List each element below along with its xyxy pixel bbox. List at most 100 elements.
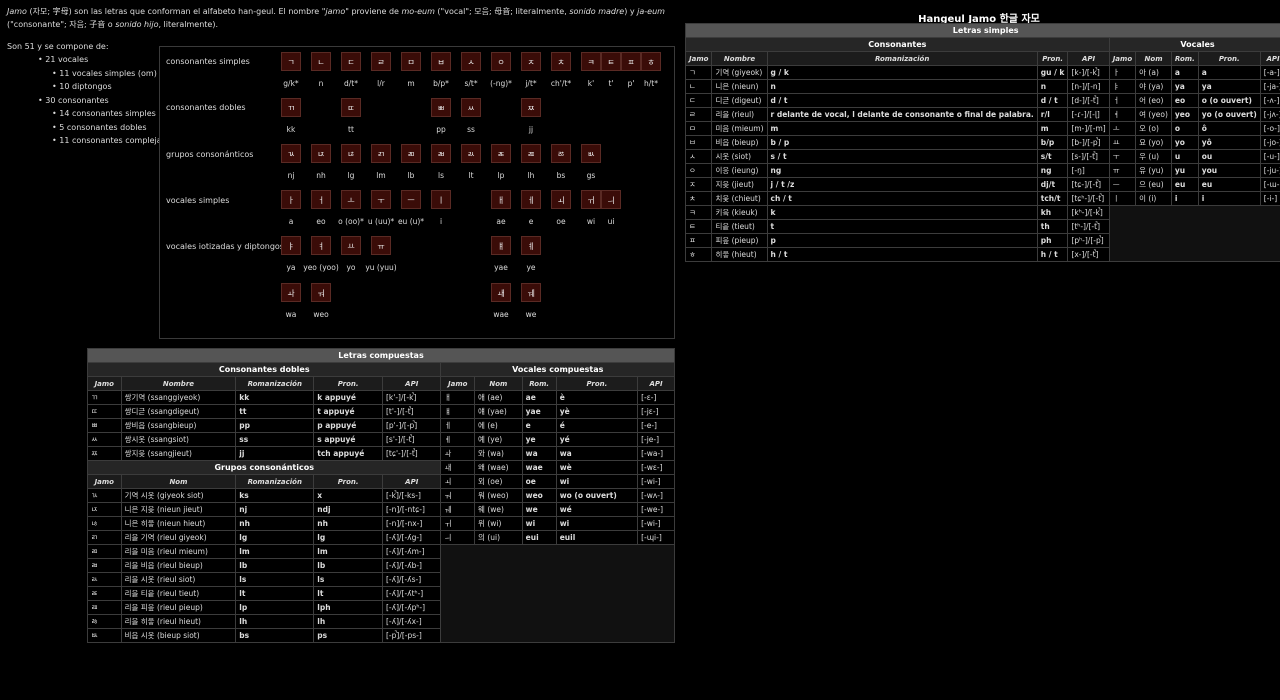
table-row: ㄻ 리을 미음 (rieul mieum) lm lm [-ʎ]/[-ʎm-] [87, 544, 675, 643]
table-cell: [-jo-] [1259, 135, 1280, 150]
table-cell: we [521, 502, 557, 517]
table-cell: [-ju-] [1259, 163, 1280, 178]
table-cell: eui [521, 530, 557, 545]
table-title: Letras compuestas [87, 348, 675, 363]
grid-jamo-cell: ㅜ [371, 190, 391, 209]
intro-text: (자모; 字母) son las letras que conforman el… [26, 7, 326, 16]
column-header: Nombre [711, 51, 768, 66]
grid-jamo-cell: ㅊ [551, 52, 571, 71]
composition-heading: Son 51 y se compone de: [7, 42, 109, 51]
table-subtitle-groups: Grupos consonánticos [86, 460, 442, 475]
table-row: ㅃ 쌍비읍 (ssangbieup) pp p appuyé [p'-]/[-p̚] ㅔ 에… [87, 418, 675, 433]
column-header: Pron. [555, 376, 639, 391]
table-cell: oe [521, 474, 557, 489]
table-cell: jj [235, 446, 315, 461]
grid-romanization: jj [528, 125, 534, 134]
table-row: ㄲ 쌍기역 (ssanggiyeok) kk k appuyé [k'-]/[-k̚] ㅐ… [87, 390, 675, 405]
table-cell: ya [1197, 79, 1261, 94]
table-cell: k appuyé [313, 390, 383, 405]
column-header: Nom [1135, 51, 1172, 66]
table-cell: lh [235, 614, 315, 629]
grid-jamo-cell: ㅒ [491, 236, 511, 255]
column-header: Rom. [521, 376, 557, 391]
table-cell: kk [235, 390, 315, 405]
table-cell: [-wi-] [637, 516, 675, 531]
table-cell: wi [521, 516, 557, 531]
table-cell: ls [235, 572, 315, 587]
table-cell: [-ʎ]/[-ʎg-] [381, 530, 442, 545]
table-cell: ㄱ [684, 65, 713, 80]
table-cell: ㅄ [87, 628, 122, 643]
table-cell: 리을 미음 (rieul mieum) [120, 544, 237, 559]
grid-jamo-cell: ㅐ [491, 190, 511, 209]
table-cell: e [521, 418, 557, 433]
table-cell: h / t [1036, 247, 1069, 262]
table-cell: 지읒 (jieut) [711, 177, 768, 192]
table-row: ㄵ 니은 지읒 (nieun jieut) nj ndj [-n]/[-ntɕ-] ㅞ 웨 … [87, 502, 675, 517]
grid-jamo-cell: ㄷ [341, 52, 361, 71]
table-cell: ㅏ [1108, 65, 1137, 80]
table-cell: i [1197, 191, 1261, 206]
grid-romanization: weo [313, 310, 329, 319]
list-item: 10 diptongos [52, 80, 166, 94]
column-header: Jamo [1108, 51, 1137, 66]
table-cell: ㅈ [684, 177, 713, 192]
grid-jamo-cell: ㄼ [431, 144, 451, 163]
table-cell: [-u-] [1259, 149, 1280, 164]
table-cell: lt [235, 586, 315, 601]
table-cell: ㅚ [440, 474, 476, 489]
table-cell: [-e-] [637, 418, 675, 433]
grid-jamo-cell: ㄶ [341, 144, 361, 163]
column-header: Jamo [87, 474, 122, 489]
table-cell: 위 (wi) [474, 516, 523, 531]
grid-jamo-cell: ㅚ [551, 190, 571, 209]
table-cell: tch appuyé [313, 446, 383, 461]
grid-romanization: i [439, 217, 443, 226]
table-cell: pp [235, 418, 315, 433]
table-cell: a [1197, 65, 1261, 80]
grid-jamo-cell: ㄿ [521, 144, 541, 163]
table-cell: ya [1170, 79, 1199, 94]
table-cell: [-ʎ]/[-ʎpʰ-] [381, 600, 442, 615]
grid-romanization: kk [286, 125, 296, 134]
table-row: ㅆ 쌍시옷 (ssangsiot) ss s appuyé [s'-]/[-t̚] ㅖ 예 … [87, 432, 675, 447]
table-cell: yo (o ouvert) [1197, 107, 1261, 122]
table-cell: [pʰ-]/[-p̚] [1067, 233, 1110, 248]
column-header: Jamo [87, 376, 122, 391]
table-cell: k [766, 205, 1038, 220]
intro-text: ) y [624, 7, 638, 16]
table-cell: [-wɛ-] [637, 460, 675, 475]
table-cell: ㅗ [1108, 121, 1137, 136]
table-cell: 오 (o) [1135, 121, 1172, 136]
column-header: Pron. [1036, 51, 1069, 66]
grid-jamo-cell: ㅎ [641, 52, 661, 71]
table-cell: 비읍 시옷 (bieup siot) [120, 628, 237, 643]
table-cell: wi [555, 474, 639, 489]
table-cell: ô [1197, 121, 1261, 136]
intro-term: ja-eum [637, 7, 665, 16]
table-row: Jamo Nom Romanización Pron. API ㅚ 외 (oe) oe wi [-… [87, 474, 675, 489]
table-cell: a [1170, 65, 1199, 80]
table-cell: ㅘ [440, 446, 476, 461]
column-header: Pron. [1197, 51, 1261, 66]
list-item: 30 consonantes 14 consonantes simples 5 … [38, 94, 166, 148]
table-row: ㄺ 리을 기역 (rieul giyeok) lg lg [-ʎ]/[-ʎg-] ㅢ 의 (… [87, 530, 675, 545]
table-cell: p [766, 233, 1038, 248]
grid-jamo-cell: ㅃ [431, 98, 451, 117]
sub-list: 11 vocales simples (om) 10 diptongos [38, 67, 166, 94]
column-header: API [1259, 51, 1280, 66]
grid-jamo-cell: ㄴ [311, 52, 331, 71]
table-cell: n [1036, 79, 1069, 94]
table-cell: b/p [1036, 135, 1069, 150]
table-cell: ㅑ [1108, 79, 1137, 94]
table-cell: [-i-] [1259, 191, 1280, 206]
table-cell: [b-]/[-p̚] [1067, 135, 1110, 150]
table-cell: 이 (i) [1135, 191, 1172, 206]
table-cell: nh [313, 516, 383, 531]
table-cell: ㄲ [87, 390, 122, 405]
table-cell: [m-]/[-m] [1067, 121, 1110, 136]
table-cell: gu / k [1036, 65, 1069, 80]
table-cell: 이응 (ieung) [711, 163, 768, 178]
table-cell: j / t /z [766, 177, 1038, 192]
intro-term: jamo [325, 7, 346, 16]
